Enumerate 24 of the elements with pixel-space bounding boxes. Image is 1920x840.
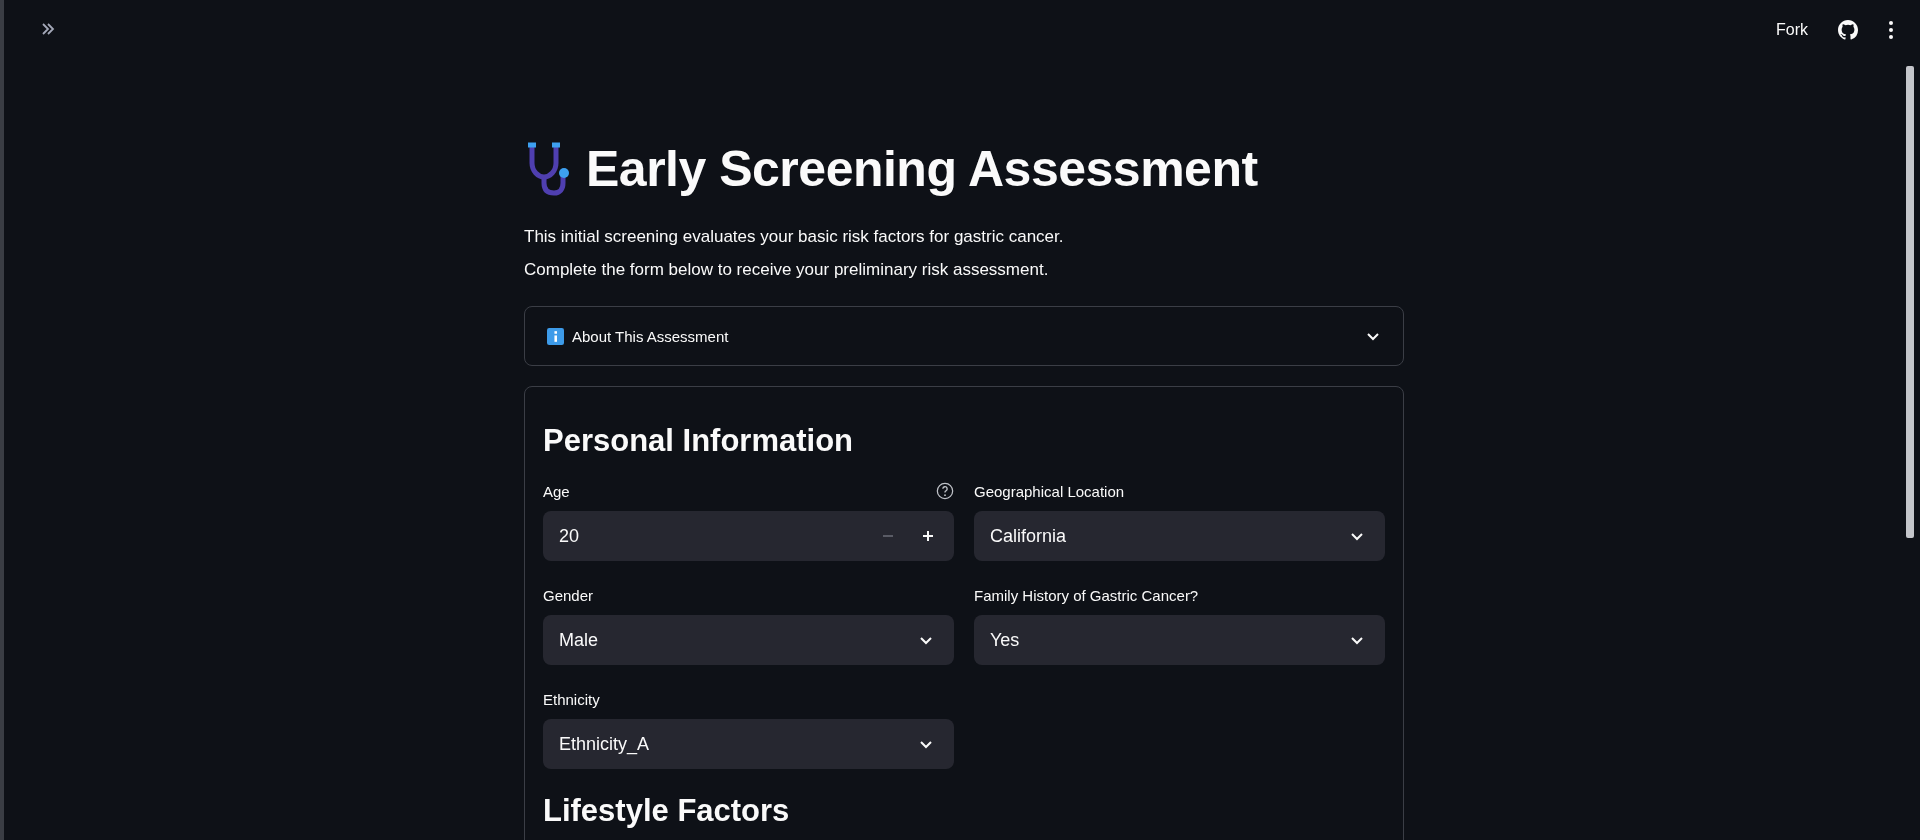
- field-label: Age: [543, 482, 570, 500]
- select-dropdown[interactable]: Male: [543, 615, 954, 665]
- expand-sidebar-icon[interactable]: [40, 21, 56, 37]
- intro-text: Complete the form below to receive your preliminary risk assessment.: [524, 259, 1050, 281]
- github-icon[interactable]: [1838, 20, 1858, 40]
- select-dropdown[interactable]: Ethnicity_A: [543, 719, 954, 769]
- info-icon: [547, 327, 564, 345]
- field-label: Geographical Location: [974, 482, 1125, 500]
- section-heading: Lifestyle Factors: [543, 793, 791, 829]
- about-expander[interactable]: About This Assessment: [524, 306, 1404, 366]
- field-label: Gender: [543, 586, 594, 604]
- field-label: Family History of Gastric Cancer?: [974, 586, 1199, 604]
- section-heading: Personal Information: [543, 423, 855, 459]
- number-input[interactable]: 20: [543, 511, 954, 561]
- fork-link[interactable]: Fork: [1776, 21, 1808, 39]
- select-dropdown[interactable]: Yes: [974, 615, 1385, 665]
- plus-icon[interactable]: [922, 530, 934, 542]
- page-title: Early Screening Assessment: [586, 140, 1258, 198]
- help-icon[interactable]: [936, 482, 954, 500]
- scrollbar-thumb[interactable]: [1906, 66, 1914, 538]
- more-menu-icon[interactable]: [1888, 20, 1894, 40]
- select-dropdown[interactable]: California: [974, 511, 1385, 561]
- intro-text: This initial screening evaluates your basic risk factors for gastric cancer.: [524, 226, 1065, 248]
- field-label: Ethnicity: [543, 690, 600, 708]
